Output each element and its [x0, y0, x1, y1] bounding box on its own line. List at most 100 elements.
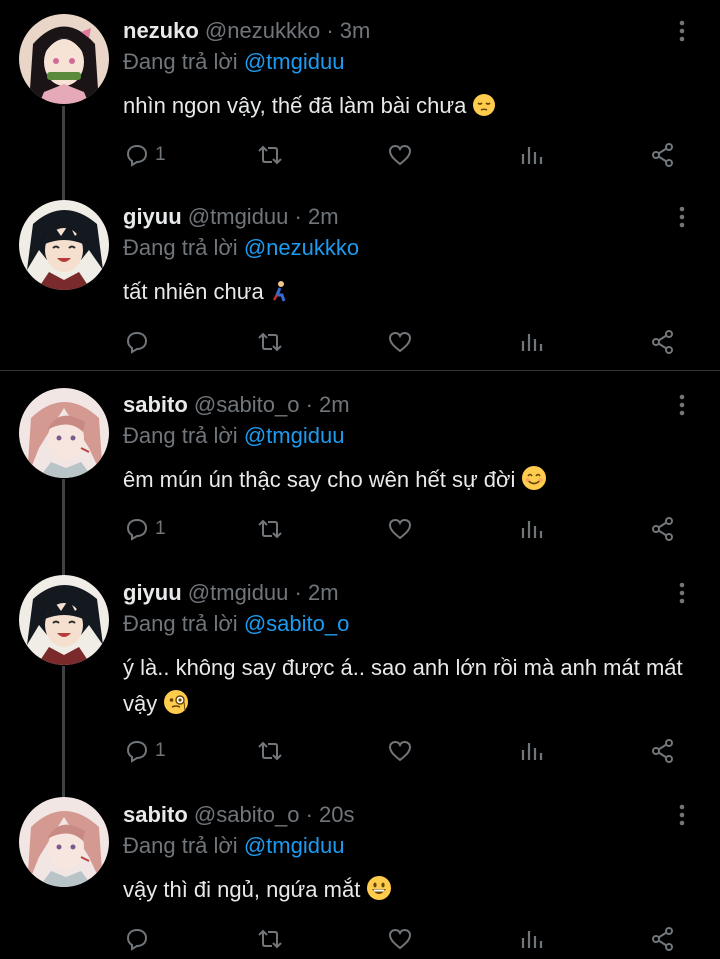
share-button[interactable]: [650, 327, 676, 357]
timestamp[interactable]: 3m: [340, 18, 371, 43]
tweet-actions: [0, 327, 720, 357]
replying-to: Đang trả lời @sabito_o: [123, 609, 349, 639]
share-icon: [652, 927, 673, 951]
tweet-actions: [0, 924, 720, 954]
grinning-face-icon: [366, 875, 392, 912]
replying-to-label: Đang trả lời: [123, 49, 238, 74]
replying-to: Đang trả lời @tmgiduu: [123, 47, 344, 77]
analytics-button[interactable]: [519, 514, 545, 544]
heart-icon: [388, 928, 412, 950]
tweet[interactable]: sabito @sabito_o · 20s Đang trả lời @tmg…: [0, 784, 720, 959]
tweet[interactable]: giyuu @tmgiduu · 2m Đang trả lời @sabito…: [0, 562, 720, 782]
analytics-button[interactable]: [519, 327, 545, 357]
like-button[interactable]: [387, 736, 413, 766]
like-button[interactable]: [387, 514, 413, 544]
tweet-text-content: tất nhiên chưa: [123, 279, 264, 304]
tweet[interactable]: sabito @sabito_o · 2m Đang trả lời @tmgi…: [0, 374, 720, 559]
reply-count: 1: [155, 518, 166, 539]
display-name[interactable]: giyuu: [123, 580, 182, 605]
username[interactable]: @sabito_o: [194, 392, 300, 417]
mention-link[interactable]: @nezukkko: [244, 235, 359, 260]
retweet-button[interactable]: [256, 327, 284, 357]
avatar[interactable]: [19, 575, 109, 665]
tweet-text: ý là.. không say được á.. sao anh lớn rồ…: [123, 650, 683, 726]
tweet-text: vậy thì đi ngủ, ngứa mắt: [123, 872, 693, 912]
more-options-icon[interactable]: [672, 16, 692, 46]
retweet-button[interactable]: [256, 140, 284, 170]
timestamp[interactable]: 20s: [319, 802, 354, 827]
mention-link[interactable]: @tmgiduu: [244, 49, 345, 74]
separator-dot: ·: [305, 802, 313, 827]
tweet-text: tất nhiên chưa: [123, 274, 693, 314]
tweet[interactable]: nezuko @nezukkko · 3m Đang trả lời @tmgi…: [0, 0, 720, 185]
more-options-icon[interactable]: [672, 800, 692, 830]
username[interactable]: @tmgiduu: [188, 204, 289, 229]
separator-dot: ·: [294, 204, 302, 229]
tweet-header: sabito @sabito_o · 2m: [123, 390, 350, 420]
more-options-icon[interactable]: [672, 578, 692, 608]
avatar[interactable]: [19, 388, 109, 478]
mention-link[interactable]: @sabito_o: [244, 611, 350, 636]
username[interactable]: @tmgiduu: [188, 580, 289, 605]
reply-button[interactable]: 1: [124, 140, 166, 170]
like-button[interactable]: [387, 327, 413, 357]
reply-count: 1: [155, 740, 166, 761]
share-button[interactable]: [650, 736, 676, 766]
timestamp[interactable]: 2m: [308, 204, 339, 229]
reply-count: 1: [155, 144, 166, 165]
display-name[interactable]: giyuu: [123, 204, 182, 229]
username[interactable]: @sabito_o: [194, 802, 300, 827]
share-icon: [652, 330, 673, 354]
face-with-monocle-icon: [163, 689, 189, 726]
mention-link[interactable]: @tmgiduu: [244, 423, 345, 448]
tweet-header: nezuko @nezukkko · 3m: [123, 16, 370, 46]
analytics-button[interactable]: [519, 924, 545, 954]
display-name[interactable]: sabito: [123, 802, 188, 827]
retweet-icon: [258, 741, 282, 761]
reply-button[interactable]: [124, 327, 155, 357]
heart-icon: [388, 740, 412, 762]
username[interactable]: @nezukkko: [205, 18, 320, 43]
like-button[interactable]: [387, 140, 413, 170]
reply-icon: [126, 740, 148, 763]
share-button[interactable]: [650, 514, 676, 544]
like-button[interactable]: [387, 924, 413, 954]
replying-to: Đang trả lời @tmgiduu: [123, 831, 344, 861]
replying-to-label: Đang trả lời: [123, 423, 238, 448]
retweet-button[interactable]: [256, 514, 284, 544]
reply-button[interactable]: [124, 924, 155, 954]
analytics-icon: [521, 931, 543, 948]
reply-button[interactable]: 1: [124, 514, 166, 544]
retweet-button[interactable]: [256, 736, 284, 766]
tweet-actions: 1: [0, 514, 720, 544]
retweet-icon: [258, 145, 282, 165]
tweet-actions: 1: [0, 140, 720, 170]
display-name[interactable]: sabito: [123, 392, 188, 417]
retweet-icon: [258, 929, 282, 949]
share-button[interactable]: [650, 140, 676, 170]
replying-to-label: Đang trả lời: [123, 833, 238, 858]
separator-dot: ·: [294, 580, 302, 605]
avatar[interactable]: [19, 200, 109, 290]
analytics-button[interactable]: [519, 140, 545, 170]
share-icon: [652, 143, 673, 167]
tweet-actions: 1: [0, 736, 720, 766]
avatar[interactable]: [19, 797, 109, 887]
retweet-button[interactable]: [256, 924, 284, 954]
mention-link[interactable]: @tmgiduu: [244, 833, 345, 858]
reply-button[interactable]: 1: [124, 736, 166, 766]
timestamp[interactable]: 2m: [308, 580, 339, 605]
share-button[interactable]: [650, 924, 676, 954]
more-options-icon[interactable]: [672, 202, 692, 232]
share-icon: [652, 739, 673, 763]
tweet-text: nhìn ngon vậy, thế đã làm bài chưa: [123, 88, 693, 128]
reply-icon: [126, 144, 148, 167]
avatar[interactable]: [19, 14, 109, 104]
person-kneeling-icon: [270, 278, 290, 314]
timestamp[interactable]: 2m: [319, 392, 350, 417]
tweet[interactable]: giyuu @tmgiduu · 2m Đang trả lời @nezukk…: [0, 186, 720, 369]
more-options-icon[interactable]: [672, 390, 692, 420]
display-name[interactable]: nezuko: [123, 18, 199, 43]
analytics-button[interactable]: [519, 736, 545, 766]
tweet-text-content: vậy thì đi ngủ, ngứa mắt: [123, 877, 361, 902]
